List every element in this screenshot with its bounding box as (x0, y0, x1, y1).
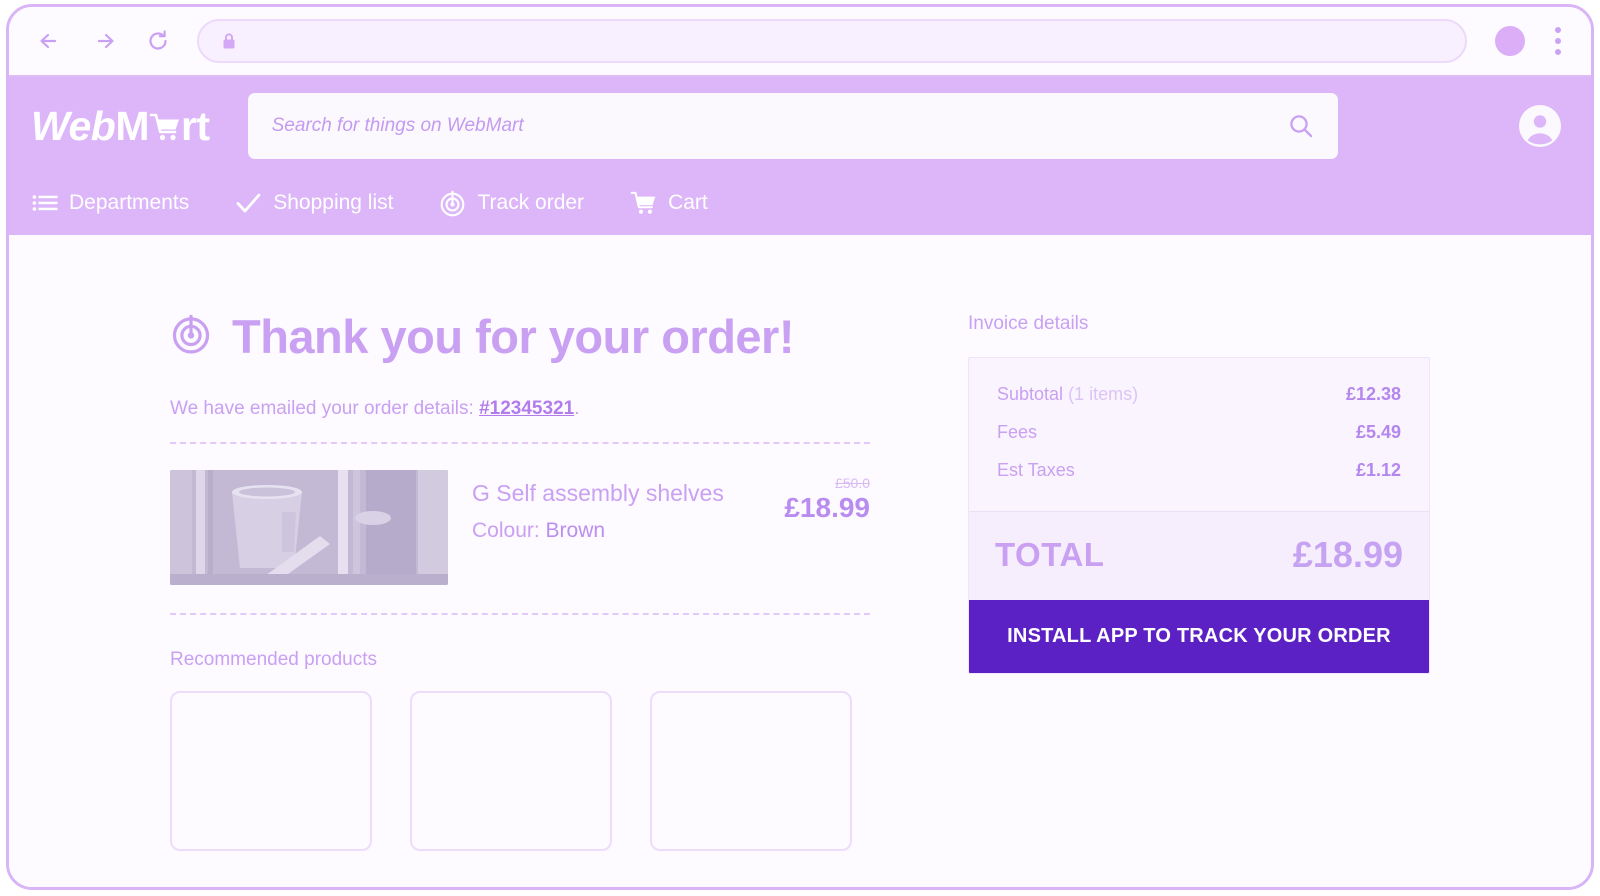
product-price-current: £18.99 (784, 492, 870, 524)
invoice-total-value: £18.99 (1292, 534, 1403, 575)
recommended-product-card[interactable] (170, 691, 372, 851)
invoice-label-subtotal: Subtotal (1 items) (997, 384, 1138, 405)
product-price-original: £50.0 (834, 476, 870, 491)
invoice-row-fees: Fees £5.49 (997, 422, 1401, 460)
logo-text-web: Web (31, 102, 116, 149)
product-photo-shelves[interactable] (170, 470, 448, 585)
browser-chrome-right (1495, 25, 1569, 57)
invoice-label-fees: Fees (997, 422, 1038, 442)
checkmark-icon (235, 190, 262, 217)
product-colour-label: Colour: (472, 519, 540, 542)
invoice-value-subtotal: £12.38 (1345, 384, 1401, 404)
logo-text-m: M (115, 102, 149, 149)
nav-label-departments: Departments (69, 191, 190, 214)
invoice-details-title: Invoice details (968, 313, 1089, 334)
account-avatar-icon[interactable] (1517, 103, 1563, 149)
search-bar[interactable] (247, 93, 1338, 159)
product-colour: Colour: Brown (472, 519, 736, 543)
back-button[interactable] (33, 24, 67, 58)
invoice-value-fees: £5.49 (1355, 422, 1401, 442)
product-colour-value: Brown (545, 519, 606, 542)
order-line-item: G Self assembly shelves Colour: Brown £5… (170, 444, 870, 613)
install-app-button[interactable]: INSTALL APP TO TRACK YOUR ORDER (969, 600, 1429, 673)
invoice-row-taxes: Est Taxes £1.12 (997, 460, 1401, 481)
header-nav: Departments Shopping list Track order Ca… (9, 175, 1591, 235)
radar-target-icon (170, 313, 212, 360)
arrow-right-icon (97, 33, 114, 49)
order-summary-column: Thank you for your order! We have emaile… (170, 313, 870, 851)
arrow-left-icon (40, 33, 57, 49)
nav-item-departments[interactable]: Departments (31, 190, 189, 217)
invoice-column: Invoice details Subtotal (1 items) £12.3… (968, 313, 1430, 851)
recommended-products-grid (170, 691, 870, 851)
nav-label-track-order: Track order (477, 191, 585, 214)
invoice-lines: Subtotal (1 items) £12.38 Fees £5.49 Est… (969, 358, 1429, 511)
invoice-label-text: Subtotal (997, 384, 1064, 404)
browser-toolbar (9, 7, 1591, 77)
nav-item-cart[interactable]: Cart (630, 190, 708, 217)
browser-nav-buttons (33, 24, 175, 58)
invoice-label-taxes: Est Taxes (997, 460, 1075, 480)
order-number-link[interactable]: #12345321 (479, 398, 574, 419)
radar-target-icon (439, 190, 466, 217)
profile-circle-icon[interactable] (1495, 26, 1525, 56)
recommended-products-title: Recommended products (170, 649, 377, 670)
product-price-block: £50.0 £18.99 (760, 470, 870, 525)
recommended-product-card[interactable] (650, 691, 852, 851)
kebab-menu-icon[interactable] (1547, 25, 1569, 57)
reload-button[interactable] (141, 24, 175, 58)
page-content: Thank you for your order! We have emaile… (9, 235, 1591, 887)
recommended-product-card[interactable] (410, 691, 612, 851)
browser-window: Web M rt Search for things on WebMart De… (6, 4, 1594, 890)
header-top-row: Web M rt (9, 77, 1591, 175)
invoice-card: Subtotal (1 items) £12.38 Fees £5.49 Est… (968, 357, 1430, 674)
invoice-value-taxes: £1.12 (1355, 460, 1401, 480)
list-lines-icon (31, 190, 58, 217)
nav-label-shopping-list: Shopping list (273, 191, 394, 214)
invoice-total-label: TOTAL (995, 536, 1105, 573)
search-icon[interactable] (1286, 111, 1316, 141)
forward-button[interactable] (87, 24, 121, 58)
site-logo[interactable]: Web M rt (31, 103, 210, 150)
thank-you-block: Thank you for your order! (170, 313, 870, 360)
invoice-row-subtotal: Subtotal (1 items) £12.38 (997, 384, 1401, 422)
order-email-suffix: . (574, 398, 580, 419)
logo-text-rt: rt (180, 102, 210, 149)
invoice-label-count: (1 items) (1063, 384, 1139, 404)
order-email-prefix: We have emailed your order details: (170, 398, 480, 419)
lock-icon (223, 33, 235, 49)
nav-label-cart: Cart (668, 191, 708, 214)
order-email-notice: We have emailed your order details: #123… (170, 398, 870, 442)
shopping-cart-icon (148, 107, 182, 141)
address-bar[interactable] (197, 19, 1467, 63)
nav-item-shopping-list[interactable]: Shopping list (235, 190, 393, 217)
search-input[interactable] (271, 115, 1286, 137)
product-title[interactable]: G Self assembly shelves (472, 480, 736, 507)
product-info: G Self assembly shelves Colour: Brown (472, 470, 736, 543)
reload-icon (149, 30, 167, 50)
shopping-cart-icon (630, 190, 657, 217)
site-header: Web M rt Search for things on WebMart De… (9, 77, 1591, 235)
nav-item-track-order[interactable]: Track order (439, 190, 584, 217)
page-title: Thank you for your order! (232, 310, 795, 363)
invoice-total-row: TOTAL £18.99 (969, 511, 1429, 600)
